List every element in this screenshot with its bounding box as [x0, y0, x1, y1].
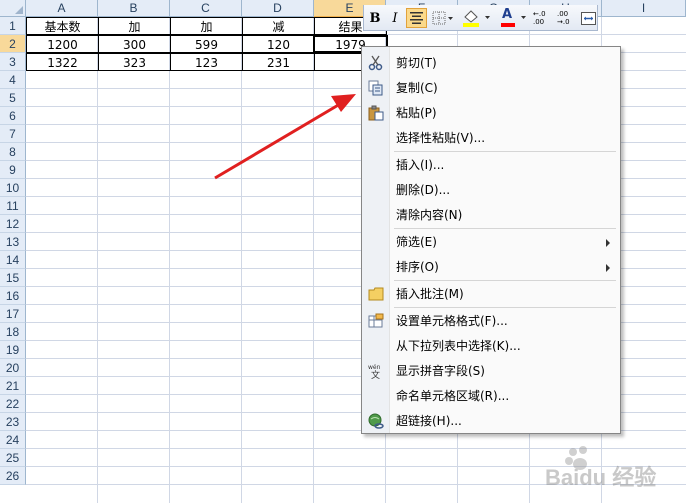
menu-item-insert[interactable]: 插入(I)... — [362, 153, 620, 177]
phonetic-icon: wén 文 — [368, 364, 381, 379]
menu-item-hyperlink[interactable]: 超链接(H)... — [362, 409, 620, 433]
font-color-button[interactable]: A — [498, 7, 530, 28]
menu-label-delete: 删除(D)... — [396, 183, 451, 197]
menu-label-cut: 剪切(T) — [396, 56, 437, 70]
menu-label-show-phonetic: 显示拼音字段(S) — [396, 364, 485, 378]
increase-decimal-button[interactable]: ←.0 .00 — [533, 8, 555, 28]
submenu-arrow-icon — [606, 264, 610, 272]
menu-separator — [394, 280, 616, 281]
context-menu: 剪切(T) 复制(C) 粘贴(P) 选择性粘贴(V)... 插入(I)... 删… — [361, 46, 621, 434]
fill-color-button[interactable] — [460, 8, 494, 28]
center-align-icon — [410, 12, 423, 24]
menu-label-clear-contents: 清除内容(N) — [396, 208, 463, 222]
menu-item-define-name[interactable]: 命名单元格区域(R)... — [362, 384, 620, 408]
menu-label-pick-from-list: 从下拉列表中选择(K)... — [396, 339, 521, 353]
menu-label-filter: 筛选(E) — [396, 235, 437, 249]
comment-folder-icon — [368, 287, 384, 301]
menu-separator — [394, 151, 616, 152]
menu-label-insert: 插入(I)... — [396, 158, 445, 172]
decrease-decimal-button[interactable]: .00 →.0 — [557, 8, 579, 28]
menu-label-paste-special: 选择性粘贴(V)... — [396, 131, 486, 145]
menu-item-cut[interactable]: 剪切(T) — [362, 51, 620, 75]
format-cells-icon — [368, 313, 384, 328]
menu-item-clear-contents[interactable]: 清除内容(N) — [362, 203, 620, 227]
watermark-text: Baidu 经验 — [545, 465, 657, 490]
bold-button[interactable]: B — [366, 8, 384, 28]
menu-label-paste: 粘贴(P) — [396, 106, 437, 120]
menu-label-copy: 复制(C) — [396, 81, 438, 95]
menu-item-filter[interactable]: 筛选(E) — [362, 230, 620, 254]
hyperlink-icon — [368, 413, 384, 429]
menu-item-format-cells[interactable]: 设置单元格格式(F)... — [362, 309, 620, 333]
borders-icon — [432, 11, 453, 25]
menu-label-sort: 排序(O) — [396, 260, 439, 274]
menu-separator — [394, 307, 616, 308]
menu-item-pick-from-list[interactable]: 从下拉列表中选择(K)... — [362, 334, 620, 358]
menu-item-insert-comment[interactable]: 插入批注(M) — [362, 282, 620, 306]
center-align-button[interactable] — [406, 8, 427, 28]
menu-item-paste-special[interactable]: 选择性粘贴(V)... — [362, 126, 620, 150]
svg-text:wén: wén — [368, 364, 381, 371]
menu-label-insert-comment: 插入批注(M) — [396, 287, 464, 301]
svg-text:文: 文 — [371, 369, 380, 379]
menu-separator — [394, 228, 616, 229]
baidu-watermark: Baidu 经验 — [545, 438, 680, 490]
paste-icon — [368, 105, 384, 121]
mini-toolbar: B I A ←.0 .00 .00 →.0 — [363, 5, 598, 31]
font-color-letter: A — [502, 7, 513, 22]
menu-item-delete[interactable]: 删除(D)... — [362, 178, 620, 202]
menu-item-copy[interactable]: 复制(C) — [362, 76, 620, 100]
menu-label-format-cells: 设置单元格格式(F)... — [396, 314, 508, 328]
copy-icon — [368, 80, 383, 96]
fill-bucket-icon — [463, 10, 490, 27]
italic-button[interactable]: I — [387, 8, 403, 28]
menu-label-define-name: 命名单元格区域(R)... — [396, 389, 510, 403]
menu-item-paste[interactable]: 粘贴(P) — [362, 101, 620, 125]
submenu-arrow-icon — [606, 239, 610, 247]
merge-cells-icon — [581, 11, 596, 25]
borders-button[interactable] — [430, 8, 456, 28]
merge-center-button[interactable] — [580, 8, 597, 28]
menu-item-sort[interactable]: 排序(O) — [362, 255, 620, 279]
scissors-icon — [368, 55, 383, 71]
menu-label-hyperlink: 超链接(H)... — [396, 414, 462, 428]
menu-item-show-phonetic[interactable]: wén 文 显示拼音字段(S) — [362, 359, 620, 383]
